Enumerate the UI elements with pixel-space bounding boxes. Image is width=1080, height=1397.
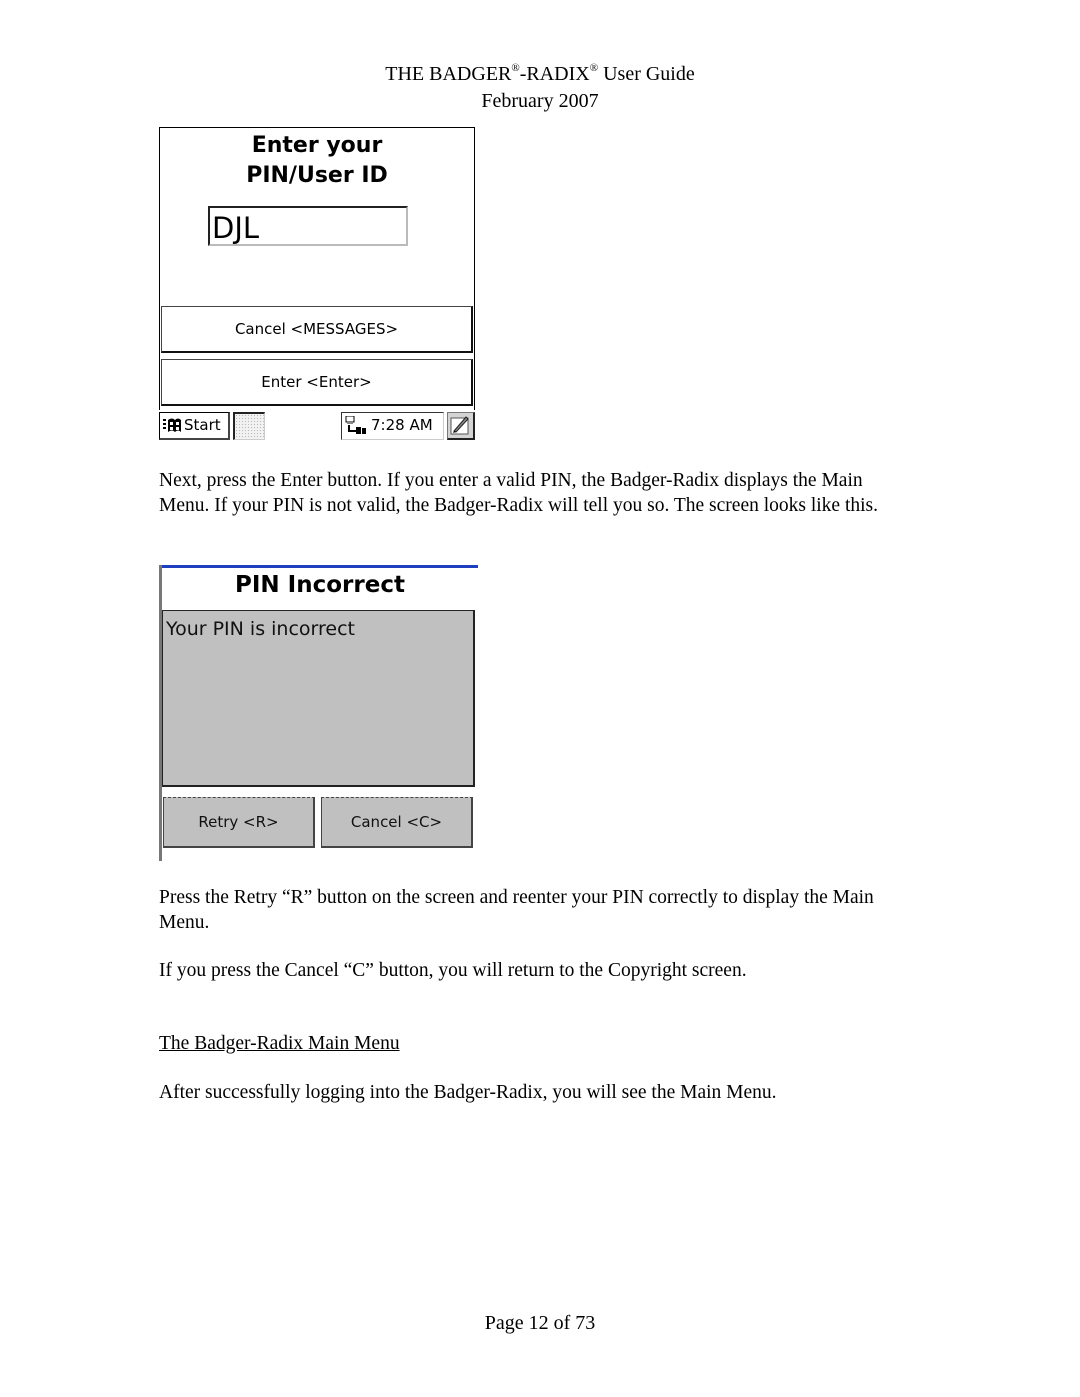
input-panel-pen-icon <box>450 416 469 435</box>
paragraph-main-menu-intro: After successfully logging into the Badg… <box>159 1082 777 1103</box>
page-number: Page 12 of 73 <box>484 1312 596 1334</box>
error-message-box: Your PIN is incorrect <box>162 610 475 787</box>
pin-input[interactable]: DJL <box>208 206 408 246</box>
guide-date: February 2007 <box>481 90 599 112</box>
clock-tray[interactable]: 7:28 AM <box>341 412 444 440</box>
network-connection-icon <box>345 416 366 434</box>
paragraph-enter-instructions: Next, press the Enter button. If you ent… <box>159 470 879 516</box>
section-heading-main-menu: The Badger-Radix Main Menu <box>159 1033 400 1054</box>
cancel-messages-button[interactable]: Cancel <MESSAGES> <box>161 306 473 353</box>
login-screen-screenshot: Enter your PIN/User ID DJL Cancel <MESSA… <box>159 127 477 443</box>
registered-mark: ® <box>511 62 520 74</box>
registered-mark: ® <box>589 62 599 74</box>
guide-title: THE BADGER®-RADIX® User Guide <box>385 62 695 86</box>
paragraph-cancel-instructions: If you press the Cancel “C” button, you … <box>159 960 747 981</box>
paragraph-retry-instructions: Press the Retry “R” button on the screen… <box>159 887 874 933</box>
cancel-button[interactable]: Cancel <C> <box>321 797 473 848</box>
error-title: PIN Incorrect <box>235 572 405 598</box>
pin-incorrect-screenshot: PIN Incorrect Your PIN is incorrect Retr… <box>159 565 480 862</box>
start-label: Start <box>184 416 221 434</box>
enter-button[interactable]: Enter <Enter> <box>161 359 473 406</box>
clock-time: 7:28 AM <box>371 416 433 434</box>
retry-button[interactable]: Retry <R> <box>163 797 315 848</box>
taskbar: Start 7:28 AM <box>159 410 477 443</box>
start-button[interactable]: Start <box>159 412 230 440</box>
windows-flag-icon <box>163 418 181 432</box>
input-panel-button[interactable] <box>447 412 475 440</box>
taskbar-slot[interactable] <box>233 412 265 440</box>
title-bar-accent <box>162 565 478 568</box>
login-title: Enter your PIN/User ID <box>246 133 388 188</box>
